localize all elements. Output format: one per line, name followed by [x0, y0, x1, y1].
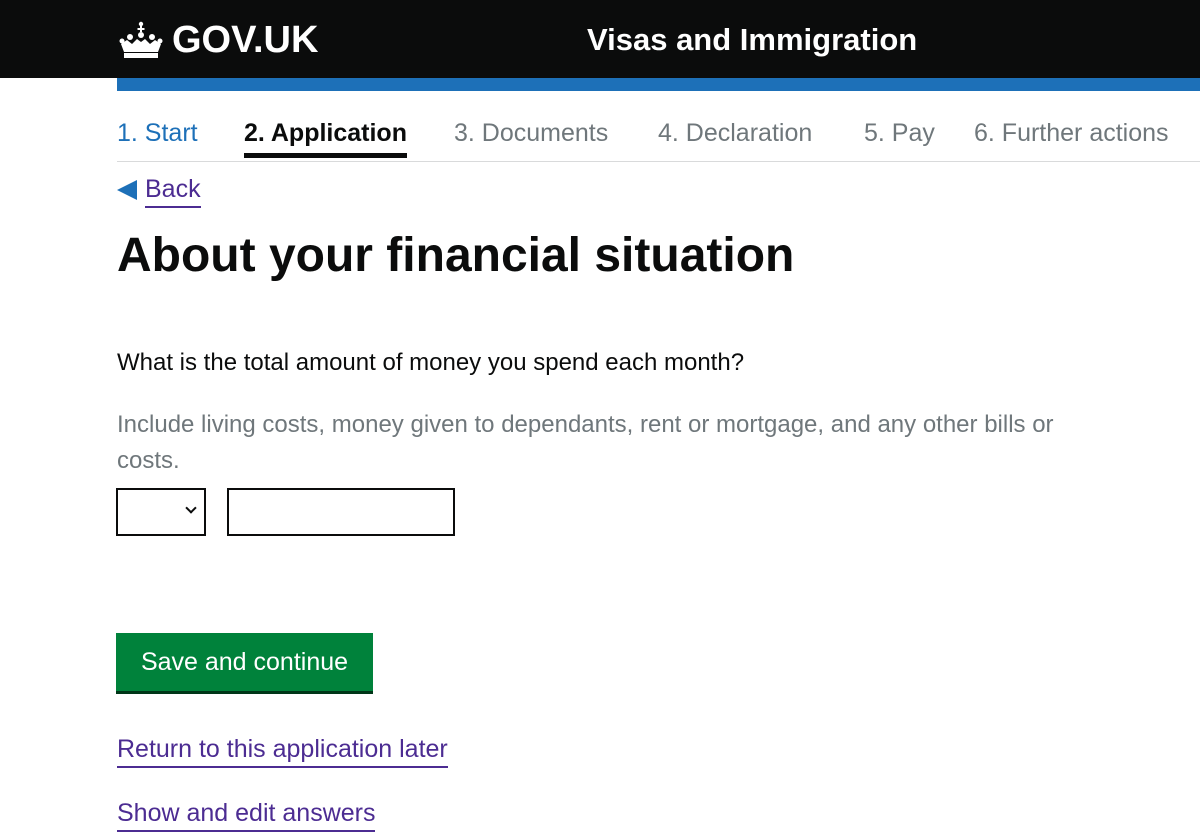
step-start[interactable]: 1. Start: [117, 106, 198, 160]
header-blue-bar: [117, 78, 1200, 91]
step-application: 2. Application: [244, 106, 407, 160]
show-edit-answers-link[interactable]: Show and edit answers: [117, 796, 376, 832]
back-link-label: Back: [145, 172, 201, 208]
amount-input[interactable]: [227, 488, 455, 536]
service-name-link[interactable]: Visas and Immigration: [587, 20, 917, 60]
question-hint: Include living costs, money given to dep…: [117, 411, 1054, 474]
save-and-continue-button[interactable]: Save and continue: [116, 633, 373, 691]
return-later-link[interactable]: Return to this application later: [117, 732, 448, 768]
back-link[interactable]: Back: [117, 172, 201, 208]
step-navigation: 1. Start 2. Application 3. Documents 4. …: [0, 106, 1200, 162]
chevron-down-icon: [185, 502, 197, 514]
step-further-actions: 6. Further actions: [974, 119, 1169, 147]
step-declaration: 4. Declaration: [658, 119, 813, 147]
logo-text: GOV.UK: [172, 19, 319, 61]
page-title: About your financial situation: [117, 229, 795, 282]
site-header: GOV.UK Visas and Immigration: [0, 0, 1200, 78]
question-label: What is the total amount of money you sp…: [117, 349, 745, 376]
steps-divider: [117, 161, 1200, 162]
triangle-left-icon: [117, 180, 137, 200]
step-pay: 5. Pay: [864, 119, 935, 147]
crown-icon: [118, 20, 164, 60]
govuk-logo-link[interactable]: GOV.UK: [118, 16, 318, 64]
currency-select[interactable]: [116, 488, 206, 536]
step-documents: 3. Documents: [454, 119, 609, 147]
